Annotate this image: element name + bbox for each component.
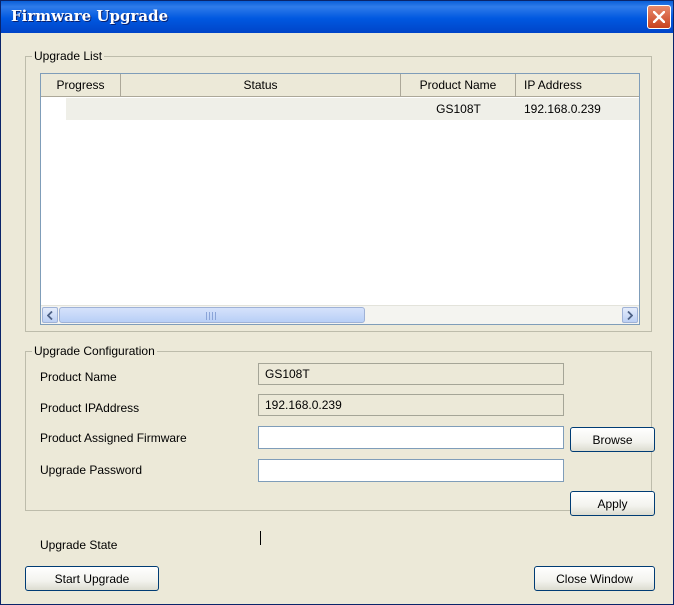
column-product-name[interactable]: Product Name — [401, 74, 516, 96]
close-window-button[interactable]: Close Window — [534, 566, 655, 591]
row-spacer — [41, 98, 66, 120]
row-product-name: GS108T — [401, 98, 516, 120]
upgrade-state-label: Upgrade State — [40, 538, 118, 552]
horizontal-scrollbar[interactable] — [41, 305, 639, 324]
upgrade-configuration-legend: Upgrade Configuration — [34, 344, 155, 358]
chevron-right-icon[interactable] — [622, 307, 638, 323]
firmware-label: Product Assigned Firmware — [40, 431, 187, 445]
upgrade-password-field[interactable] — [258, 459, 564, 482]
product-ip-field: 192.168.0.239 — [258, 394, 564, 416]
password-label: Upgrade Password — [40, 463, 143, 477]
column-ip-address[interactable]: IP Address — [516, 74, 639, 96]
product-name-field: GS108T — [258, 363, 564, 385]
table-header: Progress Status Product Name IP Address — [41, 74, 639, 97]
product-ip-label: Product IPAddress — [40, 401, 140, 415]
row-ip-address: 192.168.0.239 — [516, 98, 639, 120]
browse-button[interactable]: Browse — [570, 427, 655, 452]
title-bar[interactable]: Firmware Upgrade — [1, 1, 673, 33]
apply-button[interactable]: Apply — [570, 491, 655, 516]
window-title: Firmware Upgrade — [11, 7, 169, 25]
grip-icon — [206, 312, 218, 320]
upgrade-list-legend: Upgrade List — [34, 49, 103, 63]
upgrade-state-indicator — [260, 531, 261, 545]
column-progress[interactable]: Progress — [41, 74, 121, 96]
product-name-label: Product Name — [40, 370, 117, 384]
chevron-left-icon[interactable] — [42, 307, 58, 323]
row-progress — [66, 98, 121, 120]
start-upgrade-button[interactable]: Start Upgrade — [25, 566, 159, 591]
upgrade-list-table[interactable]: Progress Status Product Name IP Address … — [40, 73, 640, 325]
column-status[interactable]: Status — [121, 74, 401, 96]
table-row[interactable]: GS108T 192.168.0.239 — [41, 98, 639, 120]
firmware-upgrade-window: Firmware Upgrade Upgrade List Progress S… — [0, 0, 674, 605]
row-status — [121, 98, 401, 120]
close-window-icon[interactable] — [647, 5, 671, 29]
firmware-field[interactable] — [258, 426, 564, 449]
scrollbar-thumb[interactable] — [59, 307, 365, 323]
